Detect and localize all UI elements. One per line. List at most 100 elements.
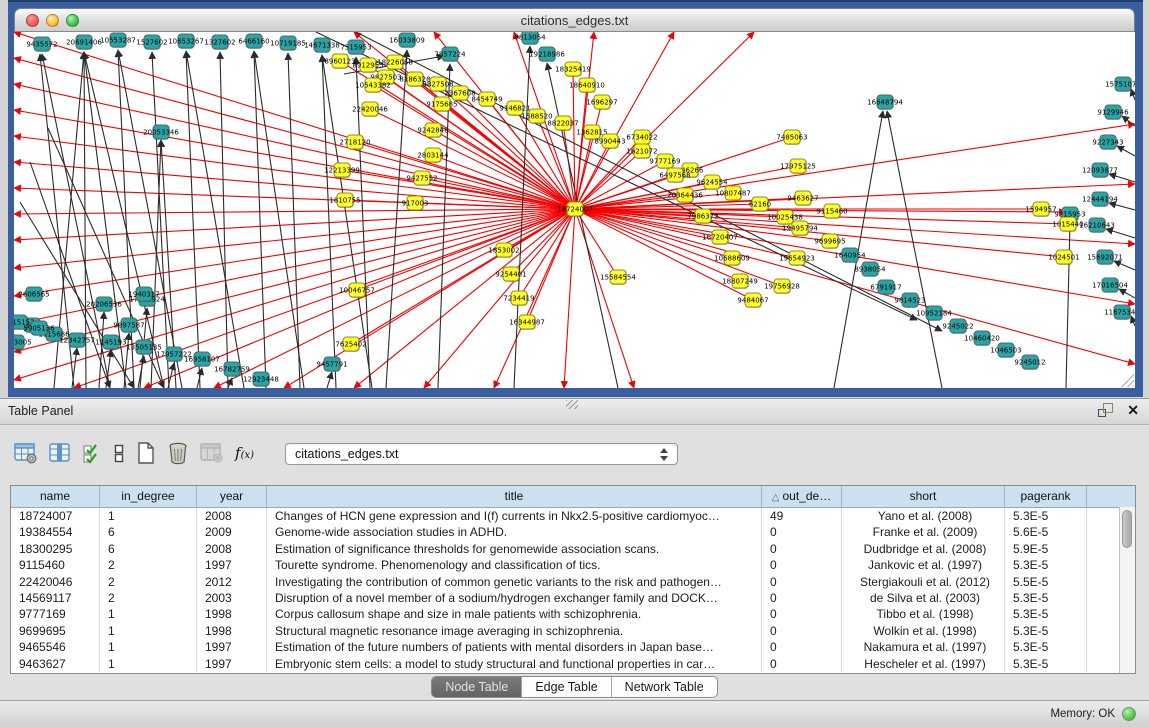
graph-node[interactable]: 7485063 (784, 130, 801, 145)
graph-node[interactable]: 1015440 (1060, 217, 1077, 232)
graph-node[interactable]: 9245022 (950, 319, 967, 334)
table-cell[interactable]: 6 (100, 541, 197, 557)
graph-node[interactable]: 18325419 (565, 62, 582, 77)
table-cell[interactable]: Jankovic et al. (1997) (842, 557, 1005, 573)
graph-node[interactable]: 7857224 (442, 47, 459, 62)
graph-node[interactable]: 7625402 (343, 337, 360, 352)
table-row[interactable]: 1872400712008Changes of HCN gene express… (11, 508, 1135, 524)
table-cell[interactable]: 1998 (197, 606, 267, 622)
graph-node[interactable]: 1145193 (103, 335, 120, 350)
column-header-in_degree[interactable]: in_degree (100, 486, 197, 507)
table-cell[interactable]: 0 (762, 656, 842, 672)
function-builder-button[interactable]: f(x) (235, 444, 254, 462)
table-cell[interactable]: Investigating the contribution of common… (267, 574, 762, 590)
select-all-columns-button[interactable] (82, 442, 102, 464)
graph-node[interactable]: 15751074 (1115, 77, 1132, 92)
graph-node[interactable]: 19218986 (539, 47, 556, 62)
graph-node[interactable]: 9097587 (121, 318, 138, 333)
graph-node[interactable]: 10952184 (926, 306, 943, 321)
column-header-name[interactable]: name (11, 486, 100, 507)
tab-edge-table[interactable]: Edge Table (522, 677, 611, 697)
table-cell[interactable]: 18724007 (11, 508, 100, 524)
graph-node[interactable]: 5905136 (31, 321, 48, 336)
graph-node[interactable]: 10688609 (724, 251, 741, 266)
table-row[interactable]: 2242004622012Investigating the contribut… (11, 574, 1135, 590)
panel-splitter-grip[interactable] (566, 400, 578, 409)
graph-node[interactable]: 9242848 (425, 123, 442, 138)
column-header-title[interactable]: title (267, 486, 762, 507)
graph-node[interactable]: 1327602 (212, 35, 229, 50)
table-row[interactable]: 946362711997Embryonic stem cells: a mode… (11, 656, 1135, 672)
graph-node[interactable]: 9457791 (324, 357, 341, 372)
graph-node[interactable]: 16033809 (399, 33, 416, 48)
graph-node[interactable]: 20364436 (677, 188, 694, 203)
table-cell[interactable]: 2003 (197, 590, 267, 606)
graph-node[interactable]: 9699695 (822, 234, 839, 249)
graph-node[interactable]: 9777169 (657, 154, 674, 169)
graph-node[interactable]: 6734022 (634, 130, 651, 145)
graph-node[interactable]: 18640910 (579, 78, 596, 93)
table-cell[interactable]: 1 (100, 508, 197, 524)
network-window-titlebar[interactable]: citations_edges.txt (14, 8, 1135, 32)
table-cell[interactable]: 5.6E-5 (1005, 524, 1087, 540)
graph-node[interactable]: 8454749 (479, 92, 496, 107)
table-cell[interactable]: 5.9E-5 (1005, 541, 1087, 557)
graph-node[interactable]: 9814523 (902, 293, 919, 308)
table-cell[interactable]: 1 (100, 623, 197, 639)
graph-node[interactable]: 2718120 (347, 135, 364, 150)
graph-node[interactable]: 12342757 (69, 333, 86, 348)
table-scrollbar-thumb[interactable] (1122, 510, 1132, 548)
table-cell[interactable]: 22420046 (11, 574, 100, 590)
table-cell[interactable]: 0 (762, 557, 842, 573)
graph-node[interactable]: 18807249 (732, 274, 749, 289)
table-cell[interactable]: 9465546 (11, 639, 100, 655)
table-row[interactable]: 1938455462009Genome-wide association stu… (11, 524, 1135, 540)
tab-network-table[interactable]: Network Table (612, 677, 717, 697)
table-cell[interactable]: Estimation of significance thresholds fo… (267, 541, 762, 557)
network-canvas[interactable]: 9435572206914061055328715276021065326713… (14, 32, 1135, 388)
table-cell[interactable]: 1997 (197, 656, 267, 672)
graph-node[interactable]: 13505135 (136, 340, 153, 355)
graph-node[interactable]: 20206536 (96, 297, 113, 312)
graph-node[interactable]: 9624554 (704, 175, 721, 190)
column-header-short[interactable]: short (842, 486, 1005, 507)
table-cell[interactable]: 5.5E-5 (1005, 574, 1087, 590)
table-cell[interactable]: 9115460 (11, 557, 100, 573)
table-cell[interactable]: 5.3E-5 (1005, 623, 1087, 639)
graph-node[interactable]: 22420046 (362, 102, 379, 117)
table-cell[interactable]: 5.3E-5 (1005, 656, 1087, 672)
graph-node[interactable]: 9427552 (414, 171, 431, 186)
table-cell[interactable]: Corpus callosum shape and size in male p… (267, 606, 762, 622)
graph-node[interactable]: 17975125 (790, 159, 807, 174)
graph-node[interactable]: 8938054 (862, 262, 879, 277)
table-cell[interactable]: 49 (762, 508, 842, 524)
graph-node[interactable]: 1527602 (144, 35, 161, 50)
delete-rows-trash-button[interactable] (167, 441, 189, 465)
graph-node[interactable]: 1621072 (634, 144, 651, 159)
graph-node[interactable]: 2803144 (425, 148, 442, 163)
graph-node[interactable]: 17016504 (1102, 278, 1119, 293)
graph-node[interactable]: 9435572 (34, 37, 51, 52)
graph-node[interactable]: 10046757 (349, 283, 366, 298)
table-settings-button[interactable] (14, 442, 38, 464)
table-cell[interactable]: Yano et al. (2008) (842, 508, 1005, 524)
graph-node[interactable]: 16648794 (877, 95, 894, 110)
graph-node[interactable]: 15692071 (1097, 250, 1114, 265)
graph-node[interactable]: 10543382 (365, 78, 382, 93)
table-cell[interactable]: 6 (100, 524, 197, 540)
unselect-columns-button[interactable] (113, 442, 125, 464)
table-cell[interactable]: 1 (100, 656, 197, 672)
table-cell[interactable]: 5.3E-5 (1005, 606, 1087, 622)
graph-node[interactable]: 6791917 (878, 280, 895, 295)
table-cell[interactable]: 9463627 (11, 656, 100, 672)
graph-node[interactable]: 7515953 (348, 40, 365, 55)
graph-node[interactable]: 12213399 (334, 163, 351, 178)
graph-node[interactable]: 16720407 (712, 230, 729, 245)
table-cell[interactable]: Tourette syndrome. Phenomenology and cla… (267, 557, 762, 573)
graph-node[interactable]: 12923448 (253, 372, 270, 387)
table-cell[interactable]: 19384554 (11, 524, 100, 540)
graph-node[interactable]: 9175685 (434, 97, 451, 112)
table-cell[interactable]: Dudbridge et al. (2008) (842, 541, 1005, 557)
table-cell[interactable]: 0 (762, 590, 842, 606)
table-cell[interactable]: 1997 (197, 639, 267, 655)
